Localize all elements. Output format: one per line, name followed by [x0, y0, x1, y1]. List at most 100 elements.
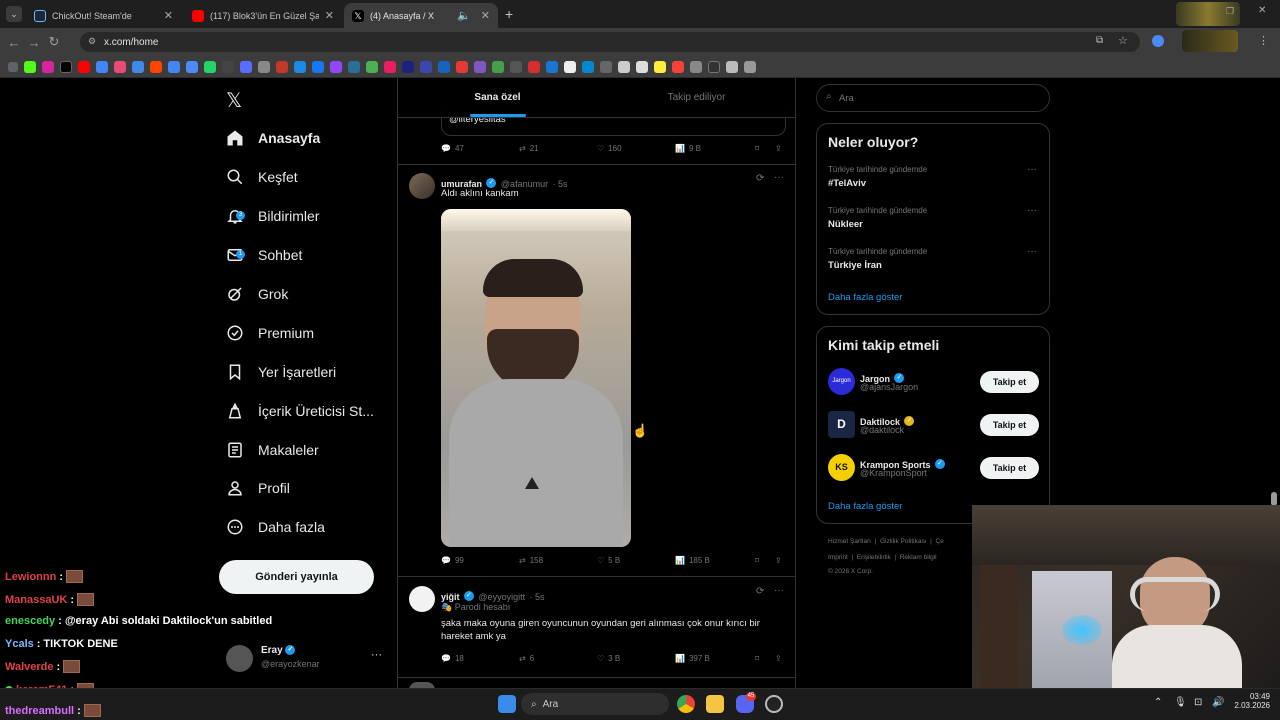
nav-more[interactable]: Daha fazla [226, 510, 325, 544]
bookmark-icon[interactable] [330, 60, 342, 73]
repost-button[interactable]: ⇄ 6 [519, 654, 597, 663]
nav-bookmarks[interactable]: Yer İşaretleri [226, 355, 336, 389]
bookmark-icon[interactable] [366, 60, 378, 73]
reload-icon[interactable]: ↻ [44, 34, 64, 50]
trend-more-icon[interactable]: ··· [1027, 164, 1037, 175]
tab-for-you[interactable]: Sana özel [398, 78, 597, 117]
video-player[interactable] [441, 209, 631, 547]
clock[interactable]: 03:49 2.03.2026 [1230, 692, 1270, 710]
volume-icon[interactable]: 🔊 [1212, 697, 1224, 708]
bookmark-icon[interactable] [564, 60, 576, 73]
footer-link[interactable]: Hizmet Şartları [828, 538, 871, 545]
bookmark-icon[interactable] [636, 60, 648, 73]
bookmark-icon[interactable] [492, 60, 504, 73]
bookmark-button[interactable]: ⌑ [755, 654, 775, 663]
trend-item[interactable]: Türkiye tarihinde gündemde Nükleer ··· [817, 203, 1049, 239]
like-button[interactable]: ♡ 5 B [597, 556, 675, 565]
forward-arrow-icon[interactable]: → [24, 35, 44, 50]
like-button[interactable]: ♡ 160 [597, 144, 675, 153]
tweet-time[interactable]: · 5s [553, 179, 568, 189]
follow-button[interactable]: Takip et [980, 457, 1039, 479]
page-scrollbar-thumb[interactable] [1271, 492, 1277, 506]
bookmark-icon[interactable] [402, 60, 414, 73]
tab-search-button[interactable]: ⌄ [6, 6, 22, 22]
tweet[interactable]: umurafan ✓ @afanumur · 5s ⟳ ··· Aldı akl… [398, 165, 795, 577]
new-tab-button[interactable]: + [505, 6, 513, 22]
file-explorer-icon[interactable] [706, 695, 724, 713]
grok-analyze-icon[interactable]: ⟳ [756, 586, 764, 597]
bookmark-icon[interactable] [42, 60, 54, 73]
close-icon[interactable]: ✕ [325, 9, 334, 22]
taskbar-search[interactable]: ⌕ Ara [521, 693, 669, 715]
views-button[interactable]: 📊 397 B [675, 654, 755, 663]
bookmark-icon[interactable] [528, 60, 540, 73]
reply-button[interactable]: 💬 47 [441, 144, 519, 153]
author-handle[interactable]: @eyyoyigitt [478, 592, 525, 602]
bookmark-icon[interactable] [582, 60, 594, 73]
post-button[interactable]: Gönderi yayınla [219, 560, 374, 594]
more-options-icon[interactable]: ··· [774, 585, 784, 596]
follow-suggestion[interactable]: KS Krampon Sports ✓ @KramponSport Takip … [817, 451, 1049, 487]
bookmark-icon[interactable] [204, 60, 216, 73]
bookmark-icon[interactable] [438, 60, 450, 73]
more-options-icon[interactable]: ··· [774, 172, 784, 183]
bookmark-icon[interactable] [348, 60, 360, 73]
window-close-icon[interactable]: ✕ [1258, 5, 1266, 16]
extension-icon[interactable] [1152, 35, 1164, 47]
nav-articles[interactable]: Makaleler [226, 433, 319, 467]
avatar[interactable] [409, 173, 435, 199]
repost-button[interactable]: ⇄ 158 [519, 556, 597, 565]
bookmark-icon[interactable] [420, 60, 432, 73]
bookmark-icon[interactable] [132, 60, 144, 73]
trend-more-icon[interactable]: ··· [1027, 246, 1037, 257]
share-icon[interactable]: ⇪ [775, 654, 782, 663]
bookmark-icon[interactable] [744, 60, 756, 73]
follow-button[interactable]: Takip et [980, 371, 1039, 393]
nav-chat[interactable]: 1 Sohbet [226, 238, 302, 272]
bookmark-icon[interactable] [24, 60, 36, 73]
bookmark-icon[interactable] [312, 60, 324, 73]
maximize-icon[interactable]: ❐ [1226, 6, 1234, 17]
bookmark-icon[interactable] [456, 60, 468, 73]
follow-suggestion[interactable]: Jargon Jargon ✓ @ajansJargon Takip et [817, 365, 1049, 401]
like-button[interactable]: ♡ 3 B [597, 654, 675, 663]
bookmark-icon[interactable] [672, 60, 684, 73]
bookmark-icon[interactable] [546, 60, 558, 73]
bookmark-icon[interactable] [222, 60, 234, 73]
chrome-icon[interactable] [677, 695, 695, 713]
nav-creator-studio[interactable]: İçerik Üreticisi St... [226, 394, 374, 428]
search-box[interactable]: ⌕ Ara [816, 84, 1050, 112]
tab-youtube[interactable]: (117) Blok3'ün En Güzel Şarkıları ✕ [184, 3, 342, 28]
network-icon[interactable]: ⊡ [1194, 697, 1202, 708]
share-icon[interactable]: ⇪ [775, 556, 782, 565]
reply-button[interactable]: 💬 99 [441, 556, 519, 565]
nav-explore[interactable]: Keşfet [226, 160, 298, 194]
reply-button[interactable]: 💬 18 [441, 654, 519, 663]
obs-icon[interactable] [765, 695, 783, 713]
account-more-icon[interactable]: ··· [371, 649, 382, 661]
trend-item[interactable]: Türkiye tarihinde gündemde Türkiye İran … [817, 244, 1049, 280]
tweet-time[interactable]: · 5s [530, 592, 545, 602]
nav-home[interactable]: Anasayfa [226, 121, 320, 155]
repost-button[interactable]: ⇄ 21 [519, 144, 597, 153]
apps-grid-icon[interactable] [8, 61, 18, 72]
bookmark-icon[interactable] [258, 60, 270, 73]
site-info-icon[interactable]: ⚙ [88, 36, 96, 47]
views-button[interactable]: 📊 185 B [675, 556, 755, 565]
bookmark-icon[interactable] [654, 60, 666, 73]
account-switcher[interactable]: Eray ✓ @erayozkenar ··· [226, 643, 396, 673]
follow-suggestion[interactable]: D Daktilock ✓ @daktilock Takip et [817, 408, 1049, 444]
nav-notifications[interactable]: 3 Bildirimler [226, 199, 319, 233]
bookmark-icon[interactable] [276, 60, 288, 73]
footer-link[interactable]: Erişilebilirlik [857, 554, 891, 561]
microphone-icon[interactable]: 🎙 [1174, 697, 1187, 708]
menu-dots-icon[interactable]: ⋮ [1258, 34, 1269, 47]
bookmark-icon[interactable] [114, 60, 126, 73]
trend-item[interactable]: Türkiye tarihinde gündemde #TelAviv ··· [817, 162, 1049, 198]
show-more-follow-link[interactable]: Daha fazla göster [828, 501, 902, 512]
nav-premium[interactable]: Premium [226, 316, 314, 350]
speaker-icon[interactable]: 🔈 [457, 9, 471, 22]
bookmark-icon[interactable] [618, 60, 630, 73]
footer-link[interactable]: Çe [935, 538, 943, 545]
bookmark-icon[interactable] [510, 60, 522, 73]
